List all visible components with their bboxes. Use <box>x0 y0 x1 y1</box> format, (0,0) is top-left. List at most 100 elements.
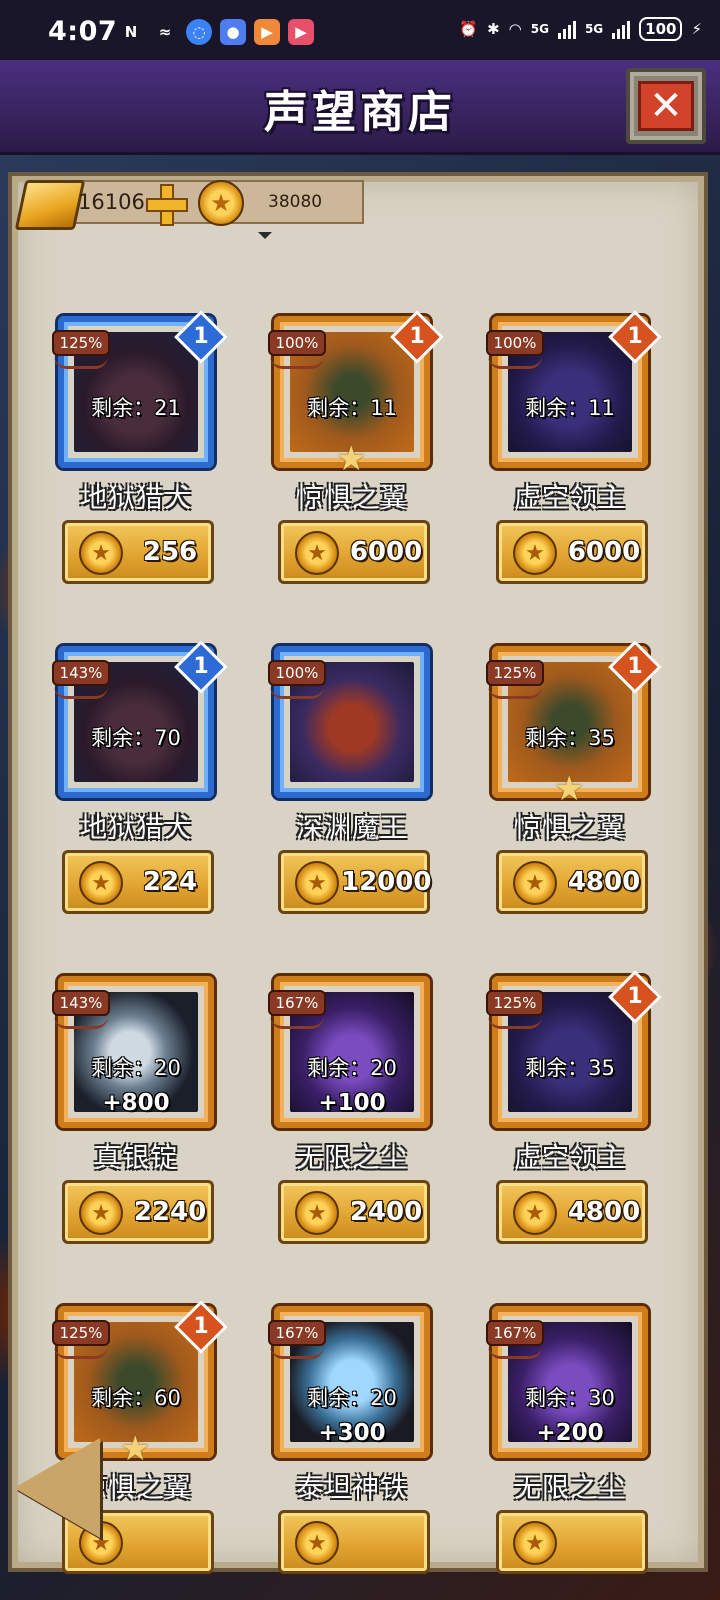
star-icon: ★ <box>120 1429 151 1469</box>
item-amount: +800 <box>102 1090 170 1116</box>
price-value: 256 <box>142 537 198 567</box>
remaining-count: 剩余：20 <box>307 1386 397 1410</box>
bonus-badge: 125% <box>486 660 544 686</box>
coin-icon: ★ <box>79 1191 123 1235</box>
level-gem-number: 1 <box>193 654 209 679</box>
shop-item-card[interactable]: 100% 1 剩余：11 虚空领主 ★ 6000 <box>486 310 662 606</box>
item-name: 虚空领主 <box>514 483 626 514</box>
buy-button[interactable]: ★ <box>496 1510 648 1574</box>
buy-button[interactable]: ★ 6000 <box>496 520 648 584</box>
video-icon: ▶ <box>288 19 314 45</box>
close-button[interactable]: ✕ <box>626 68 706 144</box>
item-name: 真银锭 <box>94 1143 178 1174</box>
battery-icon: 100 <box>639 17 683 41</box>
coin-icon: ★ <box>295 1521 339 1565</box>
item-amount: +200 <box>536 1420 604 1446</box>
remaining-count: 剩余：35 <box>525 726 615 750</box>
item-name: 惊惧之翼 <box>296 483 408 514</box>
bonus-badge: 100% <box>268 660 326 686</box>
item-amount: +300 <box>318 1420 386 1446</box>
badge-ribbon-icon <box>54 1016 108 1029</box>
coin-icon: ★ <box>513 1521 557 1565</box>
badge-ribbon-icon <box>270 686 324 699</box>
bonus-badge: 125% <box>52 1320 110 1346</box>
signal-icon <box>557 19 576 39</box>
remaining-count: 剩余：21 <box>91 396 181 420</box>
buy-button[interactable]: ★ 4800 <box>496 850 648 914</box>
item-name: 惊惧之翼 <box>514 813 626 844</box>
price-value: 224 <box>142 867 198 897</box>
bonus-badge: 167% <box>486 1320 544 1346</box>
buy-button[interactable]: ★ 256 <box>62 520 214 584</box>
system-icons: ⏰ ✱ ◠ 5G 5G 100 ⚡ <box>459 17 702 41</box>
buy-button[interactable]: ★ 224 <box>62 850 214 914</box>
level-gem-number: 1 <box>193 1314 209 1339</box>
item-amount: +100 <box>318 1090 386 1116</box>
remaining-count: 剩余：35 <box>525 1056 615 1080</box>
remaining-count: 剩余：11 <box>307 396 397 420</box>
coin-icon: ★ <box>79 861 123 905</box>
bonus-badge: 125% <box>486 990 544 1016</box>
coin-icon: ★ <box>198 180 244 226</box>
item-name: 泰坦神铁 <box>296 1473 408 1504</box>
bonus-badge: 167% <box>268 990 326 1016</box>
remaining-count: 剩余：11 <box>525 396 615 420</box>
app-icon: ● <box>220 19 246 45</box>
price-value: 4800 <box>567 867 641 897</box>
price-value: 6000 <box>349 537 423 567</box>
badge-ribbon-icon <box>488 356 542 369</box>
badge-ribbon-icon <box>270 1016 324 1029</box>
alarm-icon: ⏰ <box>459 20 479 38</box>
back-arrow-button[interactable] <box>14 1438 100 1538</box>
bonus-badge: 143% <box>52 660 110 686</box>
item-name: 无限之尘 <box>296 1143 408 1174</box>
price-value: 4800 <box>567 1197 641 1227</box>
remaining-count: 剩余：60 <box>91 1386 181 1410</box>
level-gem-number: 1 <box>409 324 425 349</box>
buy-button[interactable]: ★ 2240 <box>62 1180 214 1244</box>
shop-item-card[interactable]: 167% 剩余：20 +100 无限之尘 ★ 2400 <box>268 976 444 1266</box>
wifi-icon: ◠ <box>508 20 522 38</box>
item-name: 地狱猎犬 <box>80 813 192 844</box>
bonus-badge: 125% <box>52 330 110 356</box>
charging-icon: ⚡ <box>691 20 702 38</box>
status-bar: 4:07 N ≈ ◌ ● ▶ ▶ ⏰ ✱ ◠ 5G 5G 100 ⚡ <box>0 0 720 60</box>
add-currency-button[interactable] <box>146 184 188 226</box>
buy-button[interactable]: ★ 4800 <box>496 1180 648 1244</box>
buy-button[interactable]: ★ <box>278 1510 430 1574</box>
badge-ribbon-icon <box>270 356 324 369</box>
dropdown-indicator-icon <box>258 232 272 239</box>
shop-item-card[interactable]: 100% 深渊魔王 ★ 12000 <box>268 646 444 936</box>
app-icon: ◌ <box>186 19 212 45</box>
shop-item-card[interactable]: 125% 1 剩余：35 虚空领主 ★ 4800 <box>486 970 662 1266</box>
gold-bar-icon <box>14 180 86 230</box>
shop-item-card[interactable]: 143% 1 剩余：70 地狱猎犬 ★ 224 <box>52 640 228 936</box>
signal-icon <box>612 19 631 39</box>
item-name: 地狱猎犬 <box>80 483 192 514</box>
buy-button[interactable]: ★ 12000 <box>278 850 432 914</box>
shop-item-card[interactable]: 167% 剩余：30 +200 无限之尘 ★ <box>486 1306 662 1596</box>
shop-item-card[interactable]: 125% 1 剩余：35 ★ 惊惧之翼 ★ 4800 <box>486 640 662 936</box>
shop-item-card[interactable]: 143% 剩余：20 +800 真银锭 ★ 2240 <box>52 976 228 1266</box>
badge-ribbon-icon <box>54 686 108 699</box>
network-label: 5G <box>530 22 549 36</box>
item-name: 深渊魔王 <box>296 813 408 844</box>
price-value: 12000 <box>341 867 432 897</box>
remaining-count: 剩余：20 <box>91 1056 181 1080</box>
level-gem-number: 1 <box>627 324 643 349</box>
bonus-badge: 143% <box>52 990 110 1016</box>
buy-button[interactable]: ★ 2400 <box>278 1180 430 1244</box>
level-gem-number: 1 <box>193 324 209 349</box>
close-icon: ✕ <box>638 81 694 131</box>
shop-item-card[interactable]: 125% 1 剩余：21 地狱猎犬 ★ 256 <box>52 310 228 606</box>
buy-button[interactable]: ★ 6000 <box>278 520 430 584</box>
remaining-count: 剩余：30 <box>525 1386 615 1410</box>
bluetooth-icon: ✱ <box>487 20 500 38</box>
shop-item-card[interactable]: 167% 剩余：20 +300 泰坦神铁 ★ <box>268 1306 444 1596</box>
status-time: 4:07 <box>48 16 118 47</box>
shop-item-card[interactable]: 100% 1 剩余：11 ★ 惊惧之翼 ★ 6000 <box>268 310 444 606</box>
remaining-count: 剩余：20 <box>307 1056 397 1080</box>
coin-icon: ★ <box>79 531 123 575</box>
network-label: 5G <box>584 22 604 36</box>
remaining-count: 剩余：70 <box>91 726 181 750</box>
